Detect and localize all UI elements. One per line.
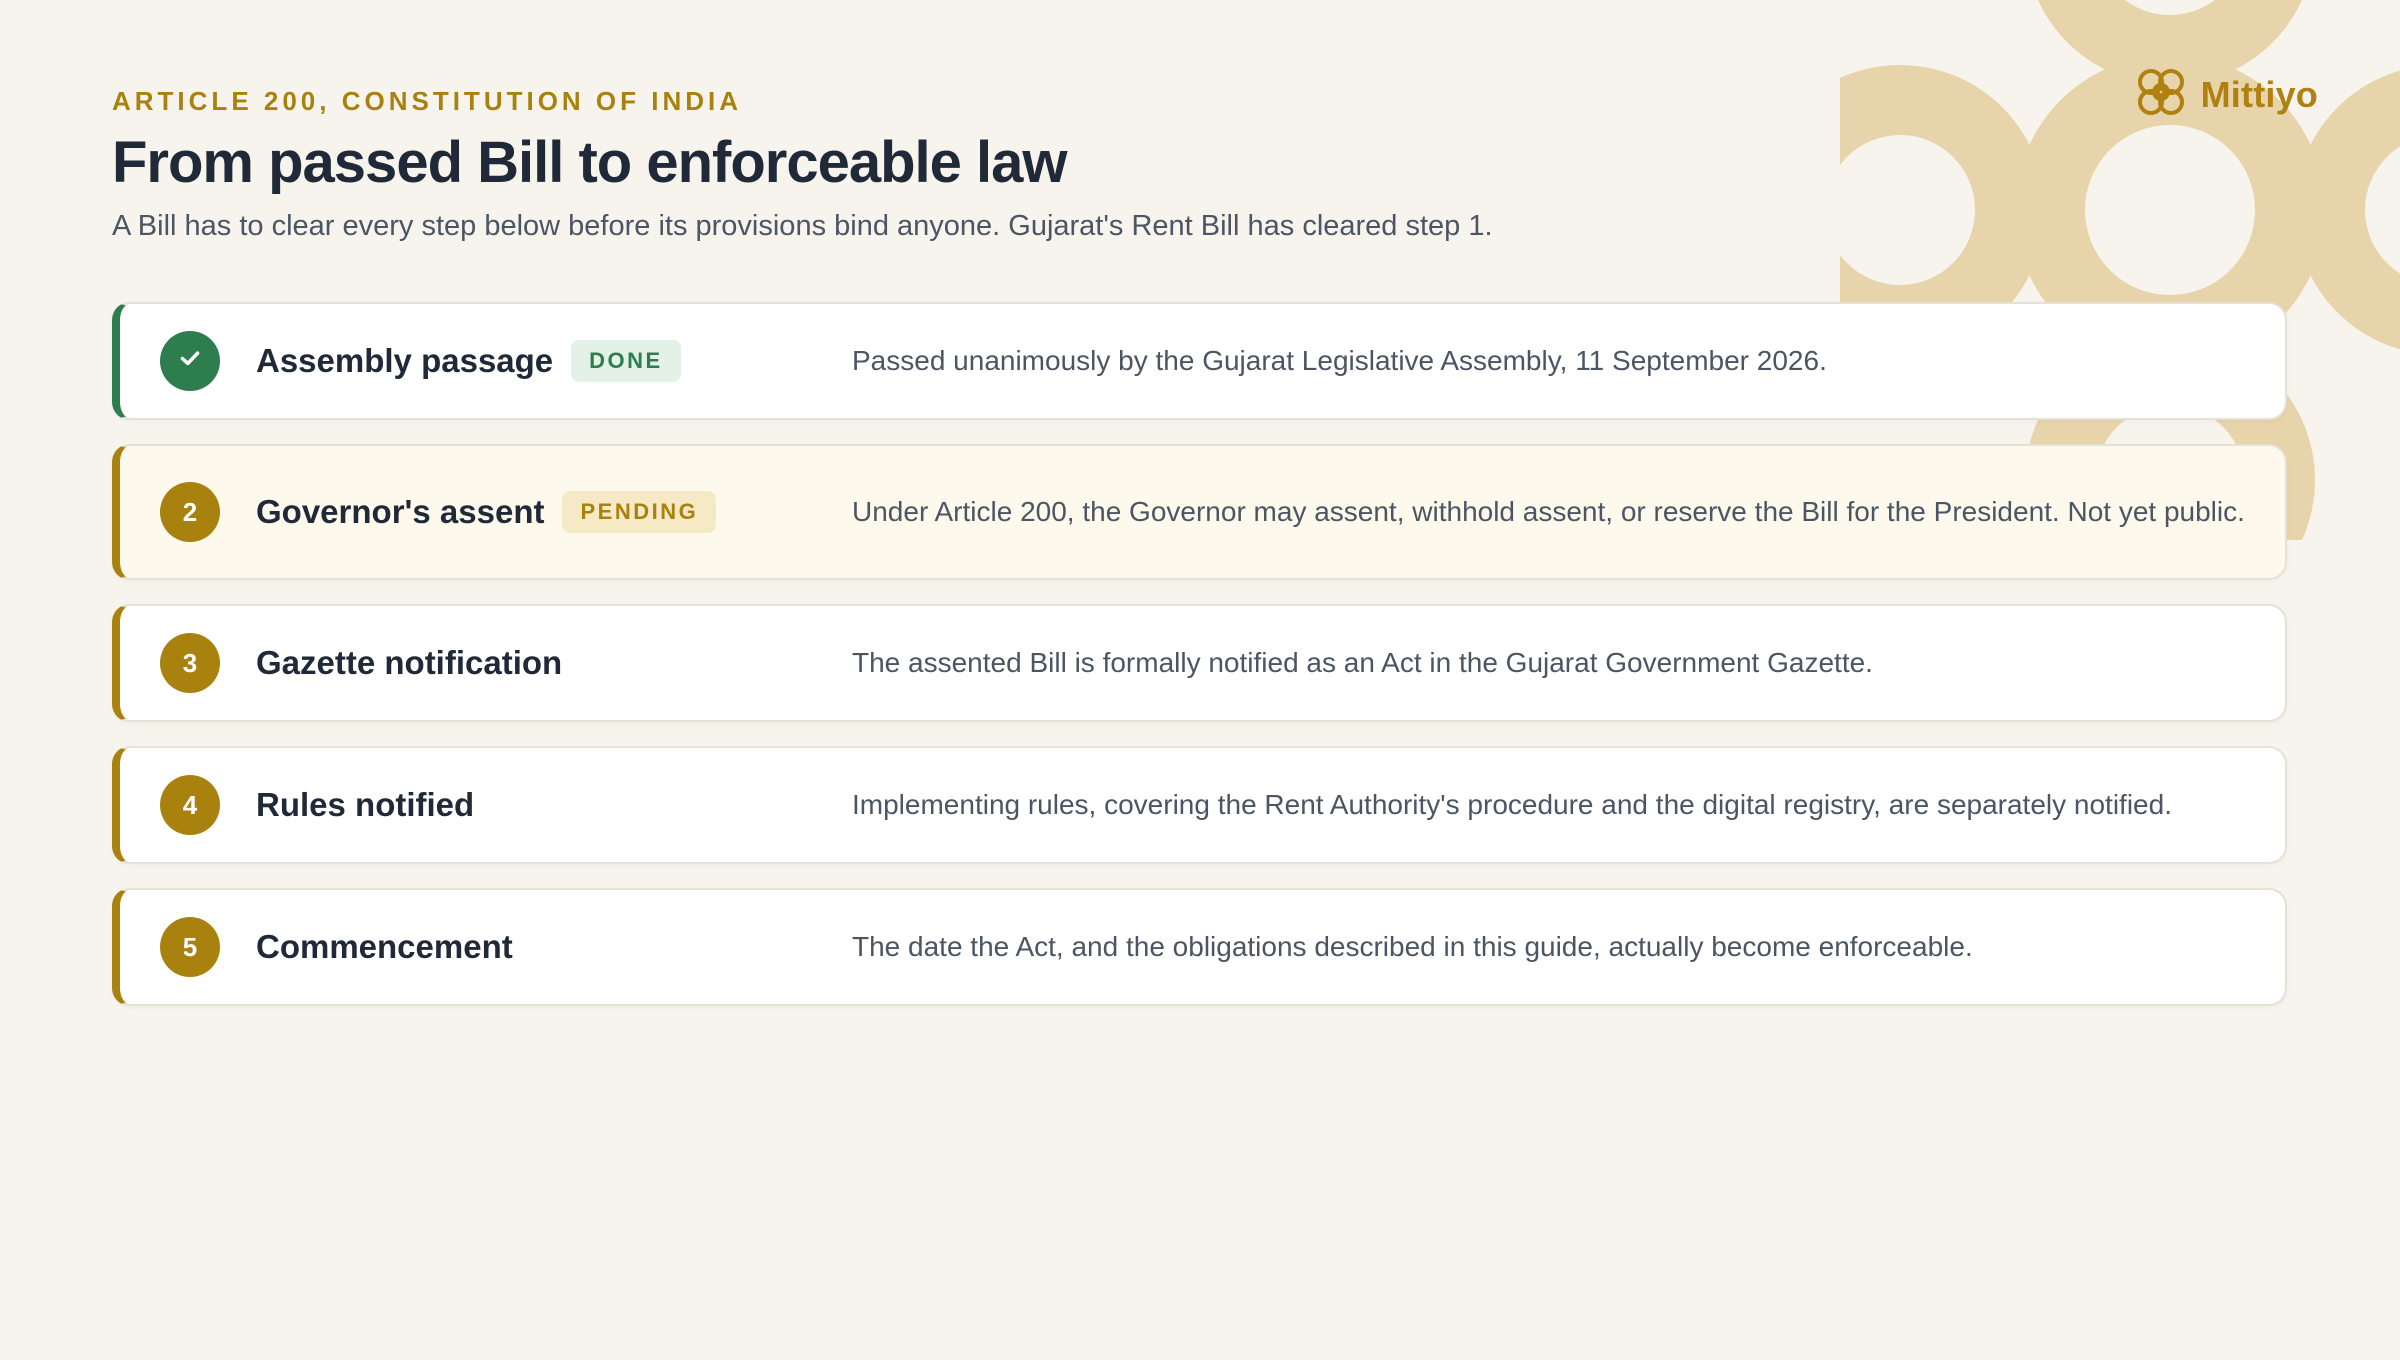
eyebrow-label: ARTICLE 200, CONSTITUTION OF INDIA xyxy=(112,86,743,116)
step-1-marker xyxy=(160,331,220,391)
step-title: Governor's assent xyxy=(256,493,545,530)
knot-logo-icon xyxy=(2133,64,2189,125)
steps-list: Assembly passage DONE Passed unanimously… xyxy=(112,302,2287,1030)
page-title: From passed Bill to enforceable law xyxy=(112,130,1067,195)
step-2-marker: 2 xyxy=(160,482,220,542)
step-description: Passed unanimously by the Gujarat Legisl… xyxy=(852,344,1827,376)
status-badge-done: DONE xyxy=(571,340,681,382)
step-gazette-notification: 3 Gazette notification The assented Bill… xyxy=(112,604,2287,722)
step-assembly-passage: Assembly passage DONE Passed unanimously… xyxy=(112,302,2287,420)
step-description: Under Article 200, the Governor may asse… xyxy=(852,495,2245,527)
check-icon xyxy=(177,345,203,378)
step-rules-notified: 4 Rules notified Implementing rules, cov… xyxy=(112,746,2287,864)
step-3-marker: 3 xyxy=(160,633,220,693)
step-commencement: 5 Commencement The date the Act, and the… xyxy=(112,888,2287,1006)
step-title: Rules notified xyxy=(256,786,475,823)
step-description: The assented Bill is formally notified a… xyxy=(852,646,1873,678)
step-title: Assembly passage xyxy=(256,342,554,379)
brand-name: Mittiyo xyxy=(2200,73,2318,115)
step-title: Gazette notification xyxy=(256,644,563,681)
step-description: Implementing rules, covering the Rent Au… xyxy=(852,788,2172,820)
status-badge-pending: PENDING xyxy=(562,491,717,533)
step-5-marker: 5 xyxy=(160,917,220,977)
brand-logo[interactable]: Mittiyo xyxy=(2133,64,2318,125)
step-description: The date the Act, and the obligations de… xyxy=(852,930,1973,962)
page-subtitle: A Bill has to clear every step below bef… xyxy=(112,209,1493,242)
step-governors-assent: 2 Governor's assent PENDING Under Articl… xyxy=(112,444,2287,580)
step-4-marker: 4 xyxy=(160,775,220,835)
step-title: Commencement xyxy=(256,928,513,965)
page-header: ARTICLE 200, CONSTITUTION OF INDIA From … xyxy=(112,86,2012,246)
